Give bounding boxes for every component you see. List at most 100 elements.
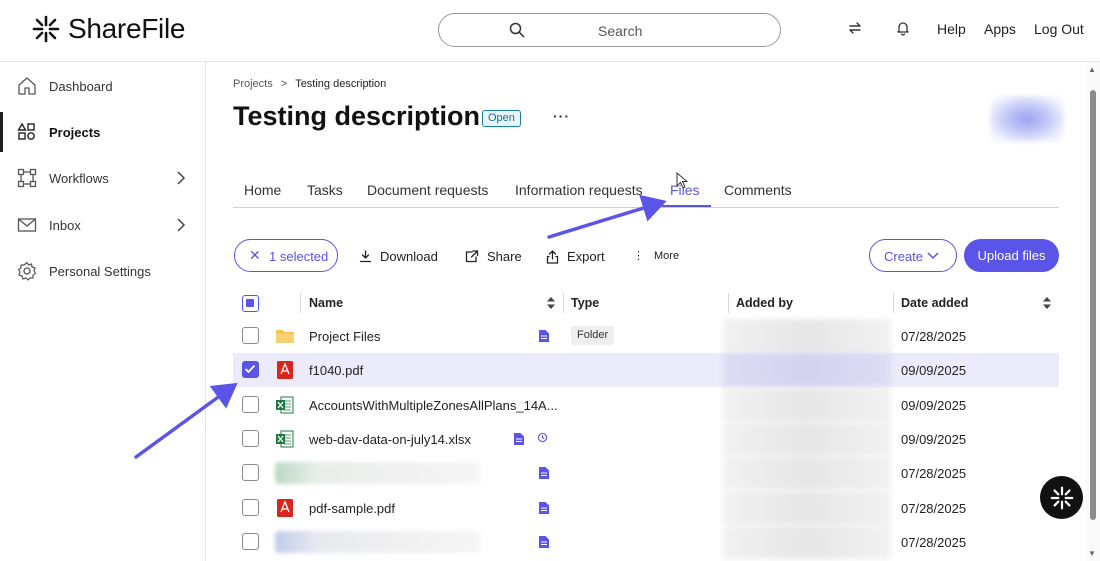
logout-link[interactable]: Log Out bbox=[1034, 21, 1084, 37]
added-by-redacted bbox=[723, 422, 891, 456]
mouse-cursor-icon bbox=[676, 172, 688, 189]
table-row[interactable]: Project Files Folder 07/28/2025 bbox=[233, 319, 1059, 353]
row-checkbox[interactable] bbox=[242, 327, 259, 344]
file-name[interactable]: AccountsWithMultipleZonesAllPlans_14A... bbox=[309, 398, 558, 413]
column-type[interactable]: Type bbox=[571, 296, 599, 310]
page-title: Testing description bbox=[233, 101, 481, 131]
chevron-right-icon[interactable] bbox=[176, 171, 186, 185]
sharefile-logo-icon bbox=[32, 15, 60, 43]
file-name[interactable]: Project Files bbox=[309, 329, 381, 344]
scroll-up-icon[interactable]: ▲ bbox=[1088, 65, 1096, 74]
description-icon[interactable] bbox=[539, 330, 549, 342]
assistant-button[interactable] bbox=[1040, 476, 1083, 519]
file-name[interactable]: web-dav-data-on-july14.xlsx bbox=[309, 432, 471, 447]
sidebar-item-workflows[interactable]: Workflows bbox=[0, 158, 206, 198]
sidebar-item-label: Personal Settings bbox=[49, 263, 151, 279]
tab-document-requests[interactable]: Document requests bbox=[367, 182, 488, 198]
export-icon bbox=[546, 249, 559, 264]
tab-tasks[interactable]: Tasks bbox=[307, 182, 343, 198]
avatar[interactable] bbox=[990, 96, 1064, 142]
table-row[interactable]: pdf-sample.pdf 07/28/2025 bbox=[233, 491, 1059, 525]
file-name[interactable]: f1040.pdf bbox=[309, 363, 363, 378]
column-name[interactable]: Name bbox=[309, 296, 343, 310]
sharefile-logo[interactable]: ShareFile bbox=[32, 13, 185, 45]
gear-icon bbox=[17, 261, 37, 281]
excel-icon bbox=[276, 430, 294, 448]
row-checkbox[interactable] bbox=[242, 464, 259, 481]
help-link[interactable]: Help bbox=[937, 21, 966, 37]
create-button[interactable]: Create bbox=[869, 239, 957, 272]
pdf-icon bbox=[277, 499, 293, 517]
description-icon[interactable] bbox=[539, 536, 549, 548]
sidebar-item-label: Inbox bbox=[49, 217, 81, 233]
more-button[interactable]: ⋮ More bbox=[633, 249, 680, 263]
scrollbar-thumb[interactable] bbox=[1090, 90, 1096, 520]
breadcrumb-separator: > bbox=[280, 78, 288, 90]
selection-clear-button[interactable]: ✕ 1 selected bbox=[234, 239, 338, 272]
chevron-right-icon[interactable] bbox=[176, 218, 186, 232]
date-added: 09/09/2025 bbox=[901, 363, 967, 378]
date-added: 09/09/2025 bbox=[901, 432, 967, 447]
tab-home[interactable]: Home bbox=[244, 182, 281, 198]
top-header: ShareFile Search Help Apps Log Out bbox=[0, 0, 1100, 62]
switch-arrows-icon[interactable] bbox=[847, 20, 863, 36]
added-by-redacted bbox=[723, 319, 891, 353]
close-icon[interactable]: ✕ bbox=[249, 247, 261, 264]
sort-icon[interactable] bbox=[1043, 297, 1051, 309]
row-checkbox[interactable] bbox=[242, 361, 259, 378]
sort-icon[interactable] bbox=[547, 297, 555, 309]
date-added: 07/28/2025 bbox=[901, 501, 967, 516]
active-tab-indicator bbox=[662, 205, 711, 207]
breadcrumb-current: Testing description bbox=[295, 78, 387, 90]
row-checkbox[interactable] bbox=[242, 533, 259, 550]
project-tabs: Home Tasks Document requests Information… bbox=[233, 172, 1059, 208]
added-by-redacted bbox=[723, 353, 891, 387]
date-added: 07/28/2025 bbox=[901, 329, 967, 344]
description-icon[interactable] bbox=[539, 502, 549, 514]
sidebar-item-projects[interactable]: Projects bbox=[0, 112, 206, 152]
tab-comments[interactable]: Comments bbox=[724, 182, 792, 198]
row-checkbox[interactable] bbox=[242, 499, 259, 516]
description-icon[interactable] bbox=[539, 467, 549, 479]
upload-files-button[interactable]: Upload files bbox=[964, 239, 1059, 272]
sidebar-item-dashboard[interactable]: Dashboard bbox=[0, 66, 206, 106]
share-button[interactable]: Share bbox=[465, 249, 522, 264]
table-row[interactable]: web-dav-data-on-july14.xlsx 09/09/2025 bbox=[233, 422, 1059, 456]
column-added-by[interactable]: Added by bbox=[736, 296, 793, 310]
date-added: 09/09/2025 bbox=[901, 398, 967, 413]
version-history-icon[interactable] bbox=[537, 432, 548, 443]
more-options-icon[interactable]: ··· bbox=[553, 108, 570, 124]
folder-icon bbox=[276, 330, 294, 343]
table-row[interactable]: AccountsWithMultipleZonesAllPlans_14A...… bbox=[233, 388, 1059, 422]
table-row[interactable]: 07/28/2025 bbox=[233, 525, 1059, 559]
sidebar-item-personal-settings[interactable]: Personal Settings bbox=[0, 251, 206, 291]
share-icon bbox=[465, 250, 479, 263]
row-checkbox[interactable] bbox=[242, 396, 259, 413]
table-row[interactable]: 07/28/2025 bbox=[233, 456, 1059, 490]
file-name[interactable]: pdf-sample.pdf bbox=[309, 501, 395, 516]
excel-icon bbox=[276, 396, 294, 414]
file-name-redacted bbox=[275, 531, 481, 553]
download-button[interactable]: Download bbox=[359, 249, 438, 264]
tab-information-requests[interactable]: Information requests bbox=[515, 182, 643, 198]
vertical-dots-icon: ⋮ bbox=[633, 250, 644, 262]
more-label: More bbox=[654, 249, 680, 262]
vertical-scrollbar[interactable]: ▲ ▼ bbox=[1086, 62, 1100, 561]
table-row[interactable]: f1040.pdf 09/09/2025 bbox=[233, 353, 1059, 387]
row-checkbox[interactable] bbox=[242, 430, 259, 447]
column-date-added[interactable]: Date added bbox=[901, 296, 968, 310]
column-divider bbox=[300, 293, 301, 313]
select-all-checkbox[interactable] bbox=[242, 295, 259, 312]
apps-link[interactable]: Apps bbox=[984, 21, 1016, 37]
description-icon[interactable] bbox=[514, 433, 524, 445]
type-badge: Folder bbox=[571, 326, 615, 345]
scroll-down-icon[interactable]: ▼ bbox=[1088, 549, 1096, 558]
search-input[interactable]: Search bbox=[438, 13, 781, 47]
export-button[interactable]: Export bbox=[546, 249, 605, 264]
search-icon bbox=[509, 22, 525, 38]
home-icon bbox=[18, 77, 36, 95]
mail-icon bbox=[17, 218, 37, 232]
breadcrumb-projects[interactable]: Projects bbox=[233, 78, 273, 90]
sidebar-item-inbox[interactable]: Inbox bbox=[0, 205, 206, 245]
bell-icon[interactable] bbox=[895, 20, 911, 36]
